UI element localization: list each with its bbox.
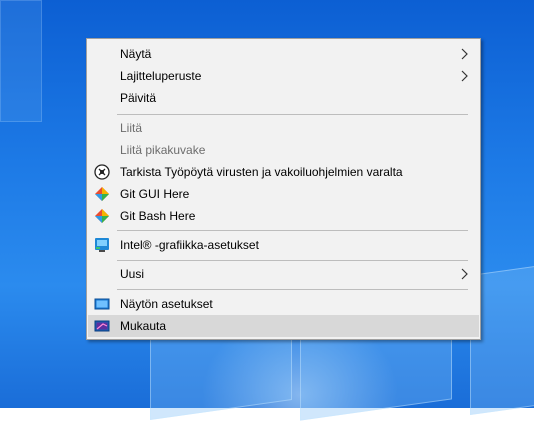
chevron-right-icon <box>461 48 468 60</box>
menu-item-paste-shortcut: Liitä pikakuvake <box>88 139 479 161</box>
menu-item-label: Liitä pikakuvake <box>120 143 206 157</box>
menu-item-label: Liitä <box>120 121 143 135</box>
intel-graphics-icon <box>95 238 109 252</box>
menu-item-git-gui[interactable]: Git GUI Here <box>88 183 479 205</box>
menu-separator <box>117 230 468 231</box>
menu-item-sort-by[interactable]: Lajitteluperuste <box>88 65 479 87</box>
chevron-right-icon <box>461 268 468 280</box>
menu-item-label: Mukauta <box>120 319 167 333</box>
menu-item-paste: Liitä <box>88 117 479 139</box>
menu-separator <box>117 114 468 115</box>
menu-item-new[interactable]: Uusi <box>88 263 479 285</box>
menu-item-label: Lajitteluperuste <box>120 69 202 83</box>
desktop-context-menu: Näytä Lajitteluperuste Päivitä Liitä Lii… <box>86 38 481 340</box>
git-icon <box>95 187 109 201</box>
menu-item-git-bash[interactable]: Git Bash Here <box>88 205 479 227</box>
defender-scan-icon <box>94 164 110 180</box>
wallpaper-window-pane <box>0 0 42 122</box>
personalize-icon <box>94 320 110 332</box>
menu-item-view[interactable]: Näytä <box>88 43 479 65</box>
menu-item-label: Git GUI Here <box>120 187 190 201</box>
menu-item-label: Git Bash Here <box>120 209 196 223</box>
menu-item-label: Päivitä <box>120 91 157 105</box>
menu-separator <box>117 260 468 261</box>
menu-item-display-settings[interactable]: Näytön asetukset <box>88 293 479 315</box>
menu-item-refresh[interactable]: Päivitä <box>88 87 479 109</box>
menu-item-label: Tarkista Työpöytä virusten ja vakoiluohj… <box>120 165 403 179</box>
chevron-right-icon <box>461 70 468 82</box>
menu-item-label: Uusi <box>120 267 145 281</box>
menu-item-scan-desktop[interactable]: Tarkista Työpöytä virusten ja vakoiluohj… <box>88 161 479 183</box>
menu-item-label: Näytä <box>120 47 152 61</box>
menu-item-intel-graphics[interactable]: Intel® -grafiikka-asetukset <box>88 234 479 256</box>
menu-item-label: Intel® -grafiikka-asetukset <box>120 238 259 252</box>
menu-separator <box>117 289 468 290</box>
menu-item-personalize[interactable]: Mukauta <box>88 315 479 337</box>
menu-item-label: Näytön asetukset <box>120 297 213 311</box>
git-icon <box>95 209 109 223</box>
display-icon <box>94 298 110 310</box>
